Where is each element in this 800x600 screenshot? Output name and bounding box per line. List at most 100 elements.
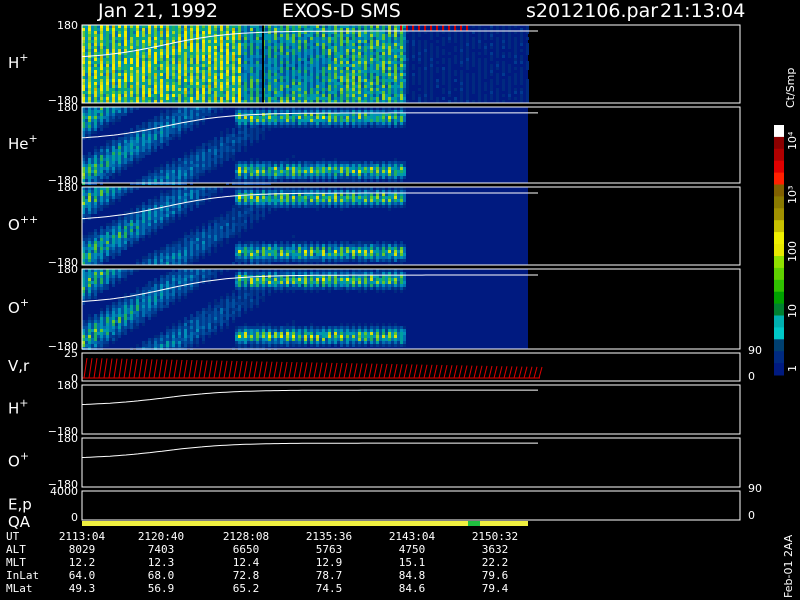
colorbar-swatch [774,244,784,257]
velocity-vector [223,360,228,379]
velocity-vector [368,363,373,379]
colorbar-swatch [774,184,784,197]
right-axis-bottom: 0 [748,370,755,383]
high-count-mark [436,25,438,31]
x-axis-value: 8029 [69,543,96,556]
x-axis-value: 12.4 [233,556,260,569]
panel-label: E,p [8,496,32,514]
velocity-vector [158,359,163,379]
colorbar-swatch [774,327,784,340]
velocity-vector [313,362,318,379]
x-axis-value: 68.0 [148,569,175,582]
x-axis-value: 2135:36 [306,530,352,543]
colorbar-swatch [774,136,784,150]
x-axis-value: 3632 [482,543,509,556]
velocity-vector [483,365,488,379]
velocity-vector [538,366,543,379]
velocity-vector [283,361,288,379]
x-axis-row-label: UT [6,530,20,543]
colorbar-label: 10 [786,304,799,318]
pitch-angle-line [81,442,538,458]
velocity-vector [513,366,518,379]
velocity-vector [103,358,108,379]
high-count-mark [454,25,456,31]
x-axis-value: 2150:32 [472,530,518,543]
velocity-vector [248,361,253,379]
velocity-vector [208,360,213,379]
panel-label: H+ [8,397,29,418]
x-axis-value: 79.6 [482,569,509,582]
velocity-vector [358,363,363,379]
colorbar-swatch [774,148,784,162]
velocity-vector [253,361,258,379]
velocity-vector [163,359,168,379]
velocity-vector [228,360,233,379]
x-axis-value: 64.0 [69,569,96,582]
velocity-vector [233,360,238,379]
velocity-vector [148,359,153,379]
colorbar-swatch [774,196,784,209]
velocity-vector [388,363,393,379]
y-max-label: 180 [57,181,78,194]
header-file: s2012106.par [526,0,658,22]
velocity-vector [138,359,143,379]
high-count-mark [430,25,432,31]
velocity-vector [298,362,303,379]
velocity-vector [373,363,378,379]
x-axis-value: 5763 [316,543,343,556]
velocity-vector [323,362,328,379]
panel-frame [81,437,741,488]
panel-frame [81,490,741,521]
x-axis-row-label: ALT [6,543,26,556]
x-axis-row-label: InLat [6,569,39,582]
x-axis-value: 2143:04 [389,530,436,543]
panel-label: He+ [8,132,38,153]
x-axis-value: 74.5 [316,582,343,595]
colorbar-label: 100 [786,241,799,262]
high-count-mark [400,25,402,31]
colorbar-swatch [774,172,784,185]
colorbar-swatch [774,303,784,316]
colorbar-swatch [774,291,784,305]
velocity-vector [133,358,138,379]
velocity-vector [213,360,218,379]
exos-d-sms-plot: Jan 21, 1992 EXOS-D SMS s2012106.par 21:… [0,0,800,600]
colorbar-label: 1 [786,365,799,372]
velocity-vector [128,358,133,379]
velocity-vector [458,365,463,379]
y-max-label: 180 [57,379,78,392]
velocity-vector [238,360,243,379]
header-instrument: EXOS-D SMS [282,0,401,22]
velocity-vector [528,366,533,379]
y-max-label: 4000 [50,485,78,498]
velocity-vector [353,363,358,379]
velocity-vector [293,362,298,379]
velocity-vector [418,364,423,379]
panel-label: O++ [8,213,38,234]
colorbar: Ct/Smp 10⁴ 10³ 100 10 1 [774,68,799,376]
velocity-vector [398,364,403,379]
velocity-vector [108,358,113,379]
x-axis-table: UT 2113:04 2120:40 2128:08 2135:36 2143:04 215… [6,530,518,595]
velocity-vector [98,358,103,379]
velocity-vector [273,361,278,379]
x-axis-value: 12.3 [148,556,175,569]
panel-group: H+180−180He+180−180O++180−180O+180−180V,… [8,19,762,531]
velocity-vector [93,358,98,379]
velocity-vector [393,364,398,379]
x-axis-value: 79.4 [482,582,509,595]
colorbar-swatch [774,351,784,364]
qa-bar [82,521,528,526]
colorbar-swatch [774,220,784,233]
velocity-vector [488,365,493,379]
velocity-vector [288,361,293,379]
header-date: Jan 21, 1992 [97,0,218,22]
right-axis-bottom: 0 [748,509,755,522]
high-count-mark [406,25,408,31]
velocity-vector [498,366,503,379]
high-count-mark [418,25,420,31]
velocity-vector [198,360,203,379]
velocity-vector [403,364,408,379]
velocity-vector [218,360,223,379]
x-axis-value: 56.9 [148,582,175,595]
